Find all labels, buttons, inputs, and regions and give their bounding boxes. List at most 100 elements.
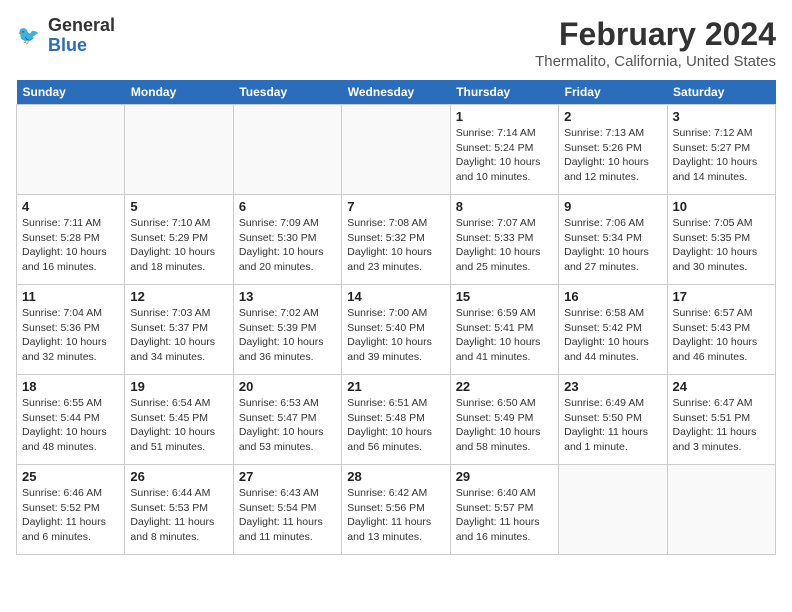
- week-row-2: 4 Sunrise: 7:11 AM Sunset: 5:28 PM Daylig…: [17, 195, 776, 285]
- calendar-cell: [125, 105, 233, 195]
- calendar-cell: 5 Sunrise: 7:10 AM Sunset: 5:29 PM Daylig…: [125, 195, 233, 285]
- calendar-cell: 25Sunrise: 6:46 AM Sunset: 5:52 PM Dayli…: [17, 465, 125, 555]
- cell-content: Sunrise: 6:43 AM Sunset: 5:54 PM Dayligh…: [239, 486, 336, 545]
- date-number: 16: [564, 289, 661, 304]
- date-number: 6: [239, 199, 336, 214]
- calendar-cell: [17, 105, 125, 195]
- calendar-cell: 11 Sunrise: 7:04 AM Sunset: 5:36 PM Dayli…: [17, 285, 125, 375]
- cell-content: Sunrise: 6:40 AM Sunset: 5:57 PM Dayligh…: [456, 486, 553, 545]
- calendar-cell: 13 Sunrise: 7:02 AM Sunset: 5:39 PM Dayli…: [233, 285, 341, 375]
- date-number: 13: [239, 289, 336, 304]
- cell-content: Sunrise: 7:06 AM Sunset: 5:34 PM Dayligh…: [564, 216, 661, 275]
- days-header-row: SundayMondayTuesdayWednesdayThursdayFrid…: [17, 80, 776, 105]
- cell-content: Sunrise: 6:50 AM Sunset: 5:49 PM Dayligh…: [456, 396, 553, 455]
- date-number: 19: [130, 379, 227, 394]
- cell-content: Sunrise: 6:57 AM Sunset: 5:43 PM Dayligh…: [673, 306, 770, 365]
- date-number: 18: [22, 379, 119, 394]
- date-number: 20: [239, 379, 336, 394]
- date-number: 17: [673, 289, 770, 304]
- date-number: 28: [347, 469, 444, 484]
- cell-content: Sunrise: 7:14 AM Sunset: 5:24 PM Dayligh…: [456, 126, 553, 185]
- cell-content: Sunrise: 7:00 AM Sunset: 5:40 PM Dayligh…: [347, 306, 444, 365]
- day-header-thursday: Thursday: [450, 80, 558, 105]
- calendar-cell: 21Sunrise: 6:51 AM Sunset: 5:48 PM Dayli…: [342, 375, 450, 465]
- cell-content: Sunrise: 6:54 AM Sunset: 5:45 PM Dayligh…: [130, 396, 227, 455]
- logo: 🐦 General Blue: [16, 16, 115, 56]
- cell-content: Sunrise: 7:05 AM Sunset: 5:35 PM Dayligh…: [673, 216, 770, 275]
- cell-content: Sunrise: 7:07 AM Sunset: 5:33 PM Dayligh…: [456, 216, 553, 275]
- cell-content: Sunrise: 7:09 AM Sunset: 5:30 PM Dayligh…: [239, 216, 336, 275]
- week-row-3: 11 Sunrise: 7:04 AM Sunset: 5:36 PM Dayli…: [17, 285, 776, 375]
- calendar-table: SundayMondayTuesdayWednesdayThursdayFrid…: [16, 80, 776, 555]
- cell-content: Sunrise: 6:49 AM Sunset: 5:50 PM Dayligh…: [564, 396, 661, 455]
- cell-content: Sunrise: 7:12 AM Sunset: 5:27 PM Dayligh…: [673, 126, 770, 185]
- date-number: 12: [130, 289, 227, 304]
- calendar-cell: 12 Sunrise: 7:03 AM Sunset: 5:37 PM Dayli…: [125, 285, 233, 375]
- date-number: 21: [347, 379, 444, 394]
- calendar-cell: 22 Sunrise: 6:50 AM Sunset: 5:49 PM Dayli…: [450, 375, 558, 465]
- date-number: 15: [456, 289, 553, 304]
- cell-content: Sunrise: 7:04 AM Sunset: 5:36 PM Dayligh…: [22, 306, 119, 365]
- logo-text: General Blue: [48, 16, 115, 56]
- date-number: 10: [673, 199, 770, 214]
- cell-content: Sunrise: 6:44 AM Sunset: 5:53 PM Dayligh…: [130, 486, 227, 545]
- date-number: 8: [456, 199, 553, 214]
- date-number: 22: [456, 379, 553, 394]
- date-number: 14: [347, 289, 444, 304]
- calendar-cell: 4 Sunrise: 7:11 AM Sunset: 5:28 PM Daylig…: [17, 195, 125, 285]
- cell-content: Sunrise: 6:53 AM Sunset: 5:47 PM Dayligh…: [239, 396, 336, 455]
- calendar-cell: 20 Sunrise: 6:53 AM Sunset: 5:47 PM Dayli…: [233, 375, 341, 465]
- calendar-cell: 26 Sunrise: 6:44 AM Sunset: 5:53 PM Dayli…: [125, 465, 233, 555]
- date-number: 5: [130, 199, 227, 214]
- page-header: 🐦 General Blue February 2024 Thermalito,…: [16, 16, 776, 70]
- calendar-cell: 3 Sunrise: 7:12 AM Sunset: 5:27 PM Daylig…: [667, 105, 775, 195]
- cell-content: Sunrise: 7:11 AM Sunset: 5:28 PM Dayligh…: [22, 216, 119, 275]
- calendar-cell: 23Sunrise: 6:49 AM Sunset: 5:50 PM Dayli…: [559, 375, 667, 465]
- date-number: 26: [130, 469, 227, 484]
- date-number: 9: [564, 199, 661, 214]
- calendar-cell: 8 Sunrise: 7:07 AM Sunset: 5:33 PM Daylig…: [450, 195, 558, 285]
- cell-content: Sunrise: 6:47 AM Sunset: 5:51 PM Dayligh…: [673, 396, 770, 455]
- cell-content: Sunrise: 7:02 AM Sunset: 5:39 PM Dayligh…: [239, 306, 336, 365]
- cell-content: Sunrise: 7:03 AM Sunset: 5:37 PM Dayligh…: [130, 306, 227, 365]
- day-header-friday: Friday: [559, 80, 667, 105]
- date-number: 25: [22, 469, 119, 484]
- calendar-cell: 27 Sunrise: 6:43 AM Sunset: 5:54 PM Dayli…: [233, 465, 341, 555]
- cell-content: Sunrise: 7:08 AM Sunset: 5:32 PM Dayligh…: [347, 216, 444, 275]
- date-number: 4: [22, 199, 119, 214]
- date-number: 11: [22, 289, 119, 304]
- week-row-5: 25Sunrise: 6:46 AM Sunset: 5:52 PM Dayli…: [17, 465, 776, 555]
- day-header-monday: Monday: [125, 80, 233, 105]
- page-subtitle: Thermalito, California, United States: [535, 53, 776, 70]
- calendar-cell: 10 Sunrise: 7:05 AM Sunset: 5:35 PM Dayli…: [667, 195, 775, 285]
- day-header-wednesday: Wednesday: [342, 80, 450, 105]
- date-number: 1: [456, 109, 553, 124]
- calendar-cell: [233, 105, 341, 195]
- date-number: 29: [456, 469, 553, 484]
- calendar-cell: 16 Sunrise: 6:58 AM Sunset: 5:42 PM Dayli…: [559, 285, 667, 375]
- cell-content: Sunrise: 6:55 AM Sunset: 5:44 PM Dayligh…: [22, 396, 119, 455]
- date-number: 27: [239, 469, 336, 484]
- calendar-cell: 29 Sunrise: 6:40 AM Sunset: 5:57 PM Dayli…: [450, 465, 558, 555]
- calendar-cell: 14 Sunrise: 7:00 AM Sunset: 5:40 PM Dayli…: [342, 285, 450, 375]
- cell-content: Sunrise: 7:10 AM Sunset: 5:29 PM Dayligh…: [130, 216, 227, 275]
- date-number: 2: [564, 109, 661, 124]
- date-number: 24: [673, 379, 770, 394]
- page-title: February 2024: [535, 16, 776, 53]
- cell-content: Sunrise: 6:58 AM Sunset: 5:42 PM Dayligh…: [564, 306, 661, 365]
- svg-text:🐦: 🐦: [17, 25, 40, 45]
- calendar-cell: 9 Sunrise: 7:06 AM Sunset: 5:34 PM Daylig…: [559, 195, 667, 285]
- logo-icon: 🐦: [16, 22, 44, 50]
- date-number: 7: [347, 199, 444, 214]
- calendar-cell: 6 Sunrise: 7:09 AM Sunset: 5:30 PM Daylig…: [233, 195, 341, 285]
- title-area: February 2024 Thermalito, California, Un…: [535, 16, 776, 70]
- cell-content: Sunrise: 7:13 AM Sunset: 5:26 PM Dayligh…: [564, 126, 661, 185]
- week-row-4: 18 Sunrise: 6:55 AM Sunset: 5:44 PM Dayli…: [17, 375, 776, 465]
- calendar-cell: 24 Sunrise: 6:47 AM Sunset: 5:51 PM Dayli…: [667, 375, 775, 465]
- calendar-cell: 7 Sunrise: 7:08 AM Sunset: 5:32 PM Daylig…: [342, 195, 450, 285]
- date-number: 3: [673, 109, 770, 124]
- calendar-cell: 1 Sunrise: 7:14 AM Sunset: 5:24 PM Daylig…: [450, 105, 558, 195]
- week-row-1: 1 Sunrise: 7:14 AM Sunset: 5:24 PM Daylig…: [17, 105, 776, 195]
- cell-content: Sunrise: 6:42 AM Sunset: 5:56 PM Dayligh…: [347, 486, 444, 545]
- calendar-cell: [559, 465, 667, 555]
